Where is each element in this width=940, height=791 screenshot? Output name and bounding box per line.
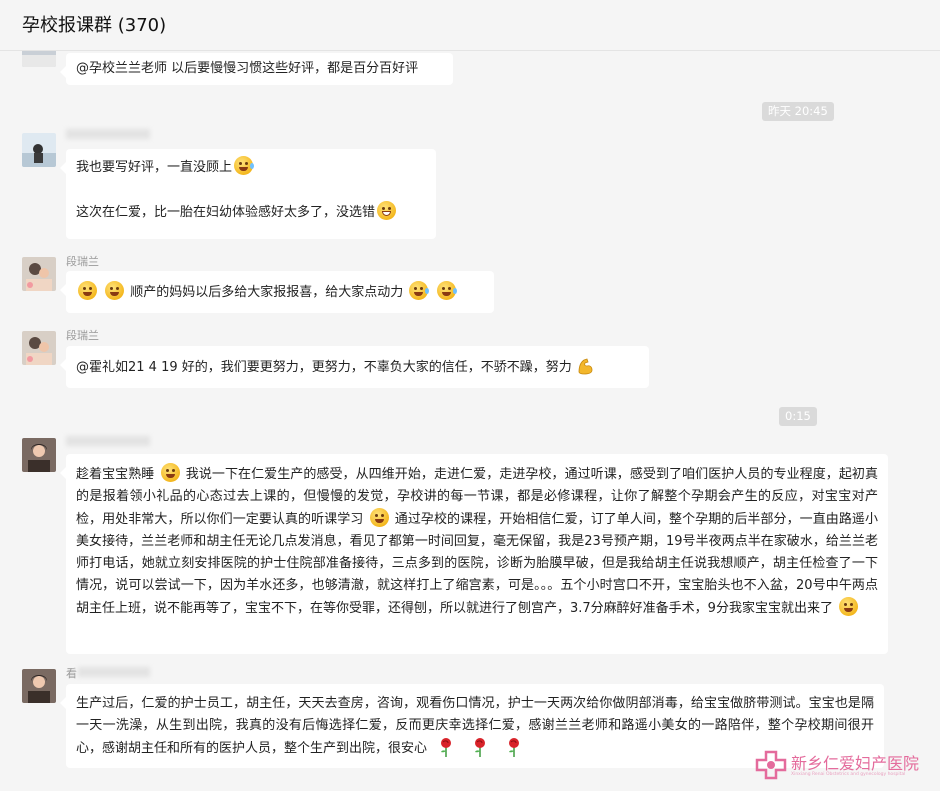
- hot-face-emoji: [839, 597, 859, 616]
- rose-icon: [471, 737, 489, 757]
- sender-name: 看: [66, 667, 77, 680]
- message-text: @孕校兰兰老师 以后要慢慢习惯这些好评，都是百分百好评: [76, 61, 419, 76]
- dizzy-emoji: [78, 281, 97, 300]
- message-text: 趁着宝宝熟睡: [76, 467, 155, 482]
- message-text: 我也要写好评，一直没顾上: [76, 160, 233, 175]
- message-paragraph: 趁着宝宝熟睡 我说一下在仁爱生产的感受，从四维开始，走进仁爱，走进孕校，通过听课…: [76, 463, 878, 620]
- message-text: 顺产的妈妈以后多给大家报报喜，给大家点动力: [130, 285, 404, 300]
- avatar[interactable]: [22, 257, 56, 291]
- message-bubble[interactable]: @孕校兰兰老师 以后要慢慢习惯这些好评，都是百分百好评: [60, 53, 453, 85]
- message-bubble[interactable]: 顺产的妈妈以后多给大家报报喜，给大家点动力: [60, 271, 494, 313]
- hospital-name-english: Xinxiang Renai Obstetrics and gynecology…: [791, 772, 906, 777]
- dizzy-emoji: [105, 281, 125, 300]
- chat-title[interactable]: 孕校报课群 (370): [22, 11, 166, 37]
- chat-area[interactable]: @孕校兰兰老师 以后要慢慢习惯这些好评，都是百分百好评 昨天 20:45 我也要…: [0, 51, 940, 791]
- crying-laughing-emoji: [409, 281, 430, 300]
- avatar[interactable]: [22, 331, 56, 365]
- chat-header: 孕校报课群 (370): [0, 0, 940, 51]
- sender-name-blurred: [78, 667, 150, 677]
- baby-emoji: [160, 463, 180, 482]
- hospital-cross-logo: [755, 750, 787, 784]
- avatar[interactable]: [22, 133, 56, 167]
- grin-teeth-emoji: [377, 201, 397, 220]
- avatar[interactable]: [22, 438, 56, 472]
- avatar[interactable]: [22, 51, 56, 67]
- hospital-watermark: 新乡仁爱妇产医院 Xinxiang Renai Obstetrics and g…: [755, 746, 935, 786]
- sender-name: 段瑞兰: [66, 329, 99, 342]
- rose-icon: [505, 737, 523, 757]
- hospital-name: 新乡仁爱妇产医院: [791, 754, 920, 773]
- sender-name-blurred: [66, 436, 150, 446]
- message-bubble[interactable]: 趁着宝宝熟睡 我说一下在仁爱生产的感受，从四维开始，走进仁爱，走进孕校，通过听课…: [60, 454, 888, 654]
- crying-laughing-emoji: [436, 281, 457, 300]
- message-line: @霍礼如21 4 19 好的，我们要更努力，更努力，不辜负大家的信任，不骄不躁，…: [76, 356, 639, 379]
- message-line: 我也要写好评，一直没顾上: [76, 156, 426, 179]
- grin-sweat-emoji: [234, 156, 255, 175]
- smirk-emoji: [369, 508, 389, 527]
- message-line: 顺产的妈妈以后多给大家报报喜，给大家点动力: [76, 281, 484, 304]
- timestamp: 昨天 20:45: [762, 102, 834, 121]
- message-bubble[interactable]: 我也要写好评，一直没顾上 这次在仁爱，比一胎在妇幼体验感好太多了，没选错: [60, 149, 436, 239]
- sender-name-blurred: [66, 129, 150, 139]
- sender-name: 段瑞兰: [66, 255, 99, 268]
- avatar[interactable]: [22, 669, 56, 703]
- message-text: 这次在仁爱，比一胎在妇幼体验感好太多了，没选错: [76, 205, 376, 220]
- timestamp: 0:15: [779, 407, 817, 426]
- rose-icon: [437, 737, 455, 757]
- message-text: 通过孕校的课程，开始相信仁爱，订了单人间，整个孕期的后半部分，一直由路遥小美女接…: [76, 512, 878, 616]
- flexed-biceps-icon: [575, 356, 595, 376]
- message-line: 这次在仁爱，比一胎在妇幼体验感好太多了，没选错: [76, 201, 426, 224]
- message-bubble[interactable]: @霍礼如21 4 19 好的，我们要更努力，更努力，不辜负大家的信任，不骄不躁，…: [60, 346, 649, 388]
- message-text: @霍礼如21 4 19 好的，我们要更努力，更努力，不辜负大家的信任，不骄不躁，…: [76, 360, 572, 375]
